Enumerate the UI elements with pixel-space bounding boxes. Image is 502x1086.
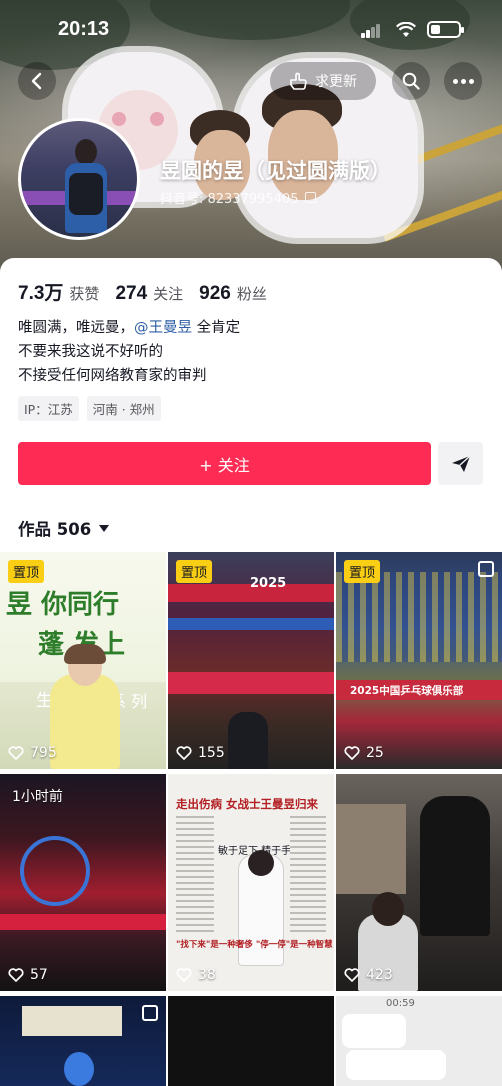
chevron-left-icon: [31, 72, 42, 90]
douyin-id-text: 抖音号: 82337995405: [160, 192, 299, 207]
profile-nickname: 昱圆的昱（见过圆满版）: [160, 159, 391, 183]
bio-text: 唯圆满，唯远曼，: [18, 320, 134, 336]
stat-value: 274: [115, 283, 148, 304]
video-thumbnail[interactable]: 昱 你同行 蓬 发上 生 系 列 置顶 795: [0, 552, 166, 769]
video-thumbnail[interactable]: 2025中国乒乓球俱乐部 置顶 25: [336, 552, 502, 769]
request-update-button[interactable]: 求更新: [270, 62, 376, 100]
stat-label: 粉丝: [236, 285, 267, 303]
wifi-icon: [396, 22, 416, 37]
video-thumbnail[interactable]: 2025 置顶 155: [168, 552, 334, 769]
bio-line-2: 不要来我这说不好听的: [18, 344, 163, 360]
like-count-value: 57: [30, 967, 48, 983]
overlay-text: "找下来"是一种奢侈 "停一停"是一种智慧: [176, 940, 333, 950]
video-thumbnail[interactable]: 00:59: [336, 996, 502, 1086]
search-button[interactable]: [392, 62, 430, 100]
heart-icon: [176, 746, 192, 760]
follow-button[interactable]: + 关注: [18, 442, 431, 485]
heart-icon: [8, 968, 24, 982]
bio-line-3: 不接受任何网络教育家的审判: [18, 368, 207, 384]
pinned-badge: 置顶: [344, 560, 381, 583]
more-icon: [452, 78, 474, 84]
gallery-icon: [478, 561, 494, 577]
stat-value: 926: [199, 283, 231, 304]
stats-row: 7.3万 获赞 274 关注 926 粉丝: [18, 278, 267, 305]
pinned-badge: 置顶: [176, 560, 213, 583]
copy-icon[interactable]: [304, 192, 316, 203]
search-icon: [402, 72, 420, 90]
like-count: 57: [8, 967, 48, 983]
more-button[interactable]: [444, 62, 482, 100]
overlay-text: 2025: [250, 576, 287, 591]
stat-following[interactable]: 274 关注: [115, 283, 183, 305]
like-count: 38: [176, 967, 216, 983]
mention-link[interactable]: @王曼昱: [134, 320, 192, 336]
status-bar: 20:13: [0, 0, 502, 58]
heart-icon: [344, 746, 360, 760]
cellular-signal-icon: [361, 24, 381, 38]
like-count: 795: [8, 745, 57, 761]
video-thumbnail[interactable]: 1小时前 57: [0, 774, 166, 991]
stat-label: 关注: [153, 285, 184, 303]
like-count: 25: [344, 745, 384, 761]
overlay-text: 走出伤病 女战士王曼昱归来: [176, 797, 319, 811]
works-tab[interactable]: 作品 506: [18, 516, 110, 540]
share-button[interactable]: [438, 442, 483, 485]
heart-icon: [344, 968, 360, 982]
overlay-text: 2025中国乒乓球俱乐部: [350, 685, 464, 697]
timestamp-badge: 1小时前: [12, 789, 63, 805]
like-count-value: 38: [198, 967, 216, 983]
bio-line-1: 唯圆满，唯远曼，@王曼昱 全肯定: [18, 316, 240, 340]
stat-followers[interactable]: 926 粉丝: [199, 283, 267, 305]
ip-location-tag: IP：江苏: [18, 396, 79, 421]
video-thumbnail[interactable]: 423: [336, 774, 502, 991]
profile-tags: IP：江苏 河南 · 郑州: [18, 396, 161, 421]
profile-bio: 唯圆满，唯远曼，@王曼昱 全肯定 不要来我这说不好听的 不接受任何网络教育家的审…: [18, 316, 240, 388]
like-count-value: 423: [366, 967, 393, 983]
overlay-text: 昱 你同行: [6, 590, 120, 620]
send-icon: [451, 454, 470, 472]
heart-icon: [176, 968, 192, 982]
status-time: 20:13: [58, 18, 110, 40]
douyin-id[interactable]: 抖音号: 82337995405: [160, 188, 316, 207]
stat-value: 7.3万: [18, 283, 64, 304]
like-count-value: 25: [366, 745, 384, 761]
like-count: 155: [176, 745, 225, 761]
battery-icon: [427, 21, 464, 38]
hand-point-icon: [290, 72, 307, 90]
stat-label: 获赞: [69, 285, 100, 303]
like-count-value: 795: [30, 745, 57, 761]
pinned-badge: 置顶: [8, 560, 45, 583]
back-button[interactable]: [18, 62, 56, 100]
like-count-value: 155: [198, 745, 225, 761]
avatar[interactable]: [18, 118, 140, 240]
heart-icon: [8, 746, 24, 760]
stat-likes[interactable]: 7.3万 获赞: [18, 278, 99, 305]
city-tag[interactable]: 河南 · 郑州: [86, 396, 161, 421]
video-thumbnail[interactable]: 走出伤病 女战士王曼昱归来 敏于足下 精于手中 "找下来"是一种奢侈 "停一停"…: [168, 774, 334, 991]
bio-text: 全肯定: [192, 320, 241, 336]
overlay-text: 00:59: [386, 998, 415, 1009]
video-thumbnail[interactable]: [168, 996, 334, 1086]
video-thumbnail[interactable]: [0, 996, 166, 1086]
like-count: 423: [344, 967, 393, 983]
request-update-label: 求更新: [315, 74, 357, 90]
caret-down-icon: [99, 524, 110, 532]
gallery-icon: [142, 1005, 158, 1021]
works-label: 作品 506: [18, 520, 92, 539]
